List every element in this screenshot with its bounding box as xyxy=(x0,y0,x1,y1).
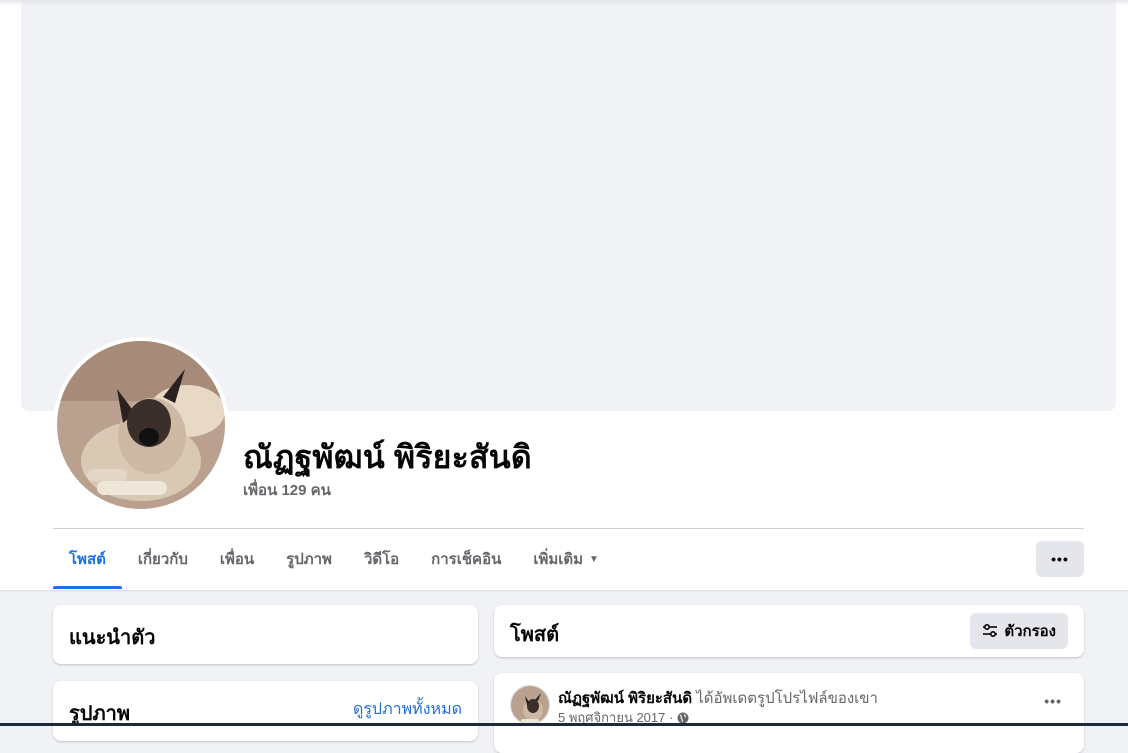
tab-checkins-label: การเช็คอิน xyxy=(431,551,502,568)
friend-count[interactable]: เพื่อน 129 คน xyxy=(243,478,331,502)
profile-header: ณัฏฐพัฒน์ พิริยะสันดิ เพื่อน 129 คน โพสต… xyxy=(0,0,1128,590)
tab-about-label: เกี่ยวกับ xyxy=(137,551,188,568)
posts-header-card: โพสต์ ตัวกรอง xyxy=(494,605,1084,657)
avatar-image xyxy=(57,341,225,509)
more-dots-icon: ••• xyxy=(1051,551,1069,567)
tab-posts-label: โพสต์ xyxy=(69,551,106,568)
tab-videos[interactable]: วิดีโอ xyxy=(348,529,415,589)
sliders-icon xyxy=(983,623,998,638)
post-author-name[interactable]: ณัฏฐพัฒน์ พิริยะสันดิ xyxy=(558,690,692,707)
posts-title: โพสต์ xyxy=(510,624,560,646)
profile-more-button[interactable]: ••• xyxy=(1036,541,1084,577)
filter-label: ตัวกรอง xyxy=(1004,623,1056,640)
filter-button[interactable]: ตัวกรอง xyxy=(970,613,1068,649)
caret-down-icon: ▼ xyxy=(589,553,599,565)
top-shadow xyxy=(0,0,1128,6)
post-card: ณัฏฐพัฒน์ พิริยะสันดิ ได้อัพเดตรูปโปรไฟล… xyxy=(494,673,1084,753)
post-more-button[interactable]: ••• xyxy=(1044,693,1062,709)
tab-more[interactable]: เพิ่มเติม ▼ xyxy=(517,529,615,589)
see-all-photos-link[interactable]: ดูรูปภาพทั้งหมด xyxy=(353,697,462,722)
tab-photos[interactable]: รูปภาพ xyxy=(270,529,348,589)
intro-card: แนะนำตัว xyxy=(53,605,478,664)
post-more-dots-icon: ••• xyxy=(1044,693,1062,709)
tab-friends-label: เพื่อน xyxy=(219,551,255,568)
tab-videos-label: วิดีโอ xyxy=(363,551,400,568)
post-action-text: ได้อัพเดตรูปโปรไฟล์ของเขา xyxy=(696,690,878,707)
tab-photos-label: รูปภาพ xyxy=(286,551,332,568)
tab-more-label: เพิ่มเติม xyxy=(533,551,584,568)
profile-name: ณัฏฐพัฒน์ พิริยะสันดิ xyxy=(243,439,532,475)
profile-tabs: โพสต์ เกี่ยวกับ เพื่อน รูปภาพ วิดีโอ การ… xyxy=(53,529,615,589)
intro-title: แนะนำตัว xyxy=(69,627,156,649)
tab-checkins[interactable]: การเช็คอิน xyxy=(415,529,517,589)
tab-friends[interactable]: เพื่อน xyxy=(204,529,270,589)
tab-posts[interactable]: โพสต์ xyxy=(53,529,122,589)
tab-about[interactable]: เกี่ยวกับ xyxy=(122,529,204,589)
post-author-avatar[interactable] xyxy=(510,685,550,725)
photos-card: รูปภาพ ดูรูปภาพทั้งหมด xyxy=(53,681,478,741)
globe-icon xyxy=(677,712,689,723)
profile-avatar[interactable] xyxy=(53,337,229,513)
